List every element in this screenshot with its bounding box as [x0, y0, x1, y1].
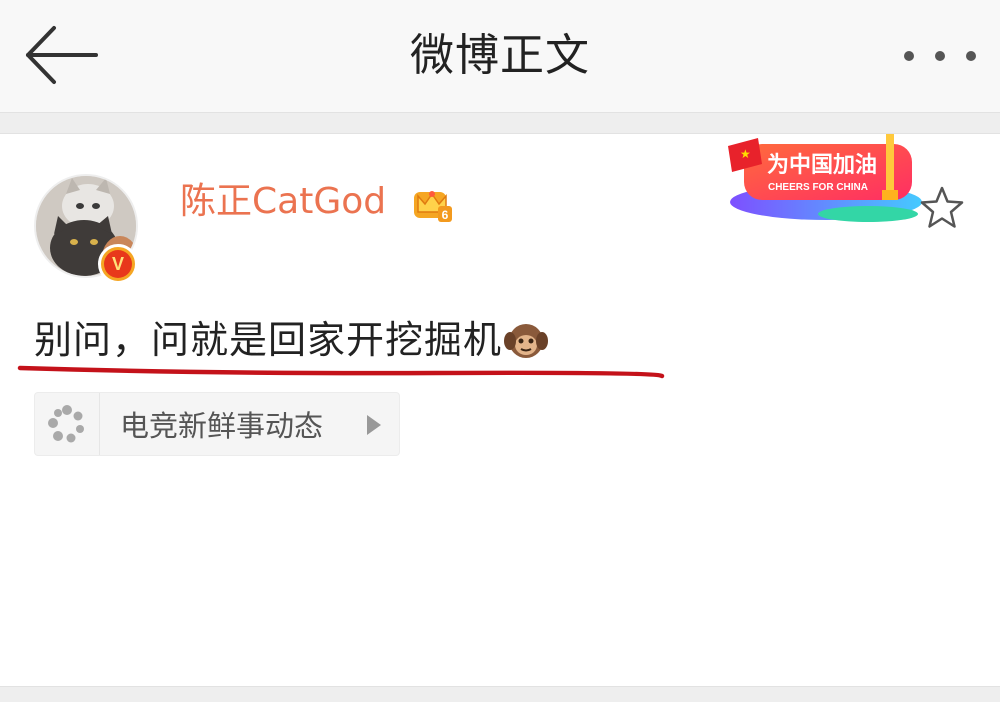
chevron-right-icon	[367, 415, 381, 435]
topic-icon-box	[35, 393, 100, 455]
more-dot	[935, 51, 945, 61]
verified-badge-label: V	[104, 250, 132, 278]
post-card: V 陈正CatGod 6 ★ 为中国加油 CHEERS FOR CHINA 别问…	[0, 134, 1000, 686]
hear-no-evil-monkey-icon	[504, 324, 549, 358]
banner-text-cn: 为中国加油	[767, 153, 877, 178]
star-outline-icon	[920, 186, 964, 228]
more-horizontal-icon	[904, 51, 914, 61]
topic-link-card[interactable]: 电竞新鲜事动态	[34, 392, 400, 456]
post-content: 别问，问就是回家开挖掘机	[34, 314, 549, 366]
loading-dots-icon	[48, 405, 84, 443]
more-dot	[966, 51, 976, 61]
favorite-button[interactable]	[918, 184, 966, 232]
page-title: 微博正文	[410, 30, 590, 81]
vip-level-label: 6	[442, 208, 449, 222]
svg-text:★: ★	[740, 147, 751, 161]
back-button[interactable]	[22, 22, 102, 88]
vip-crown-icon: 6	[414, 191, 452, 222]
author-name[interactable]: 陈正CatGod	[180, 178, 386, 226]
section-divider	[0, 112, 1000, 134]
banner-text-en: CHEERS FOR CHINA	[768, 182, 868, 193]
verified-badge: V	[98, 244, 138, 284]
section-divider-bottom	[0, 686, 1000, 702]
top-nav-bar: 微博正文	[0, 0, 1000, 112]
red-underline-annotation	[17, 365, 665, 379]
more-options-button[interactable]	[904, 36, 976, 76]
cheers-for-china-banner: ★ 为中国加油 CHEERS FOR CHINA	[728, 134, 922, 222]
post-text: 别问，问就是回家开挖掘机	[34, 318, 503, 362]
topic-label: 电竞新鲜事动态	[120, 409, 324, 443]
arrow-left-icon	[26, 26, 98, 84]
